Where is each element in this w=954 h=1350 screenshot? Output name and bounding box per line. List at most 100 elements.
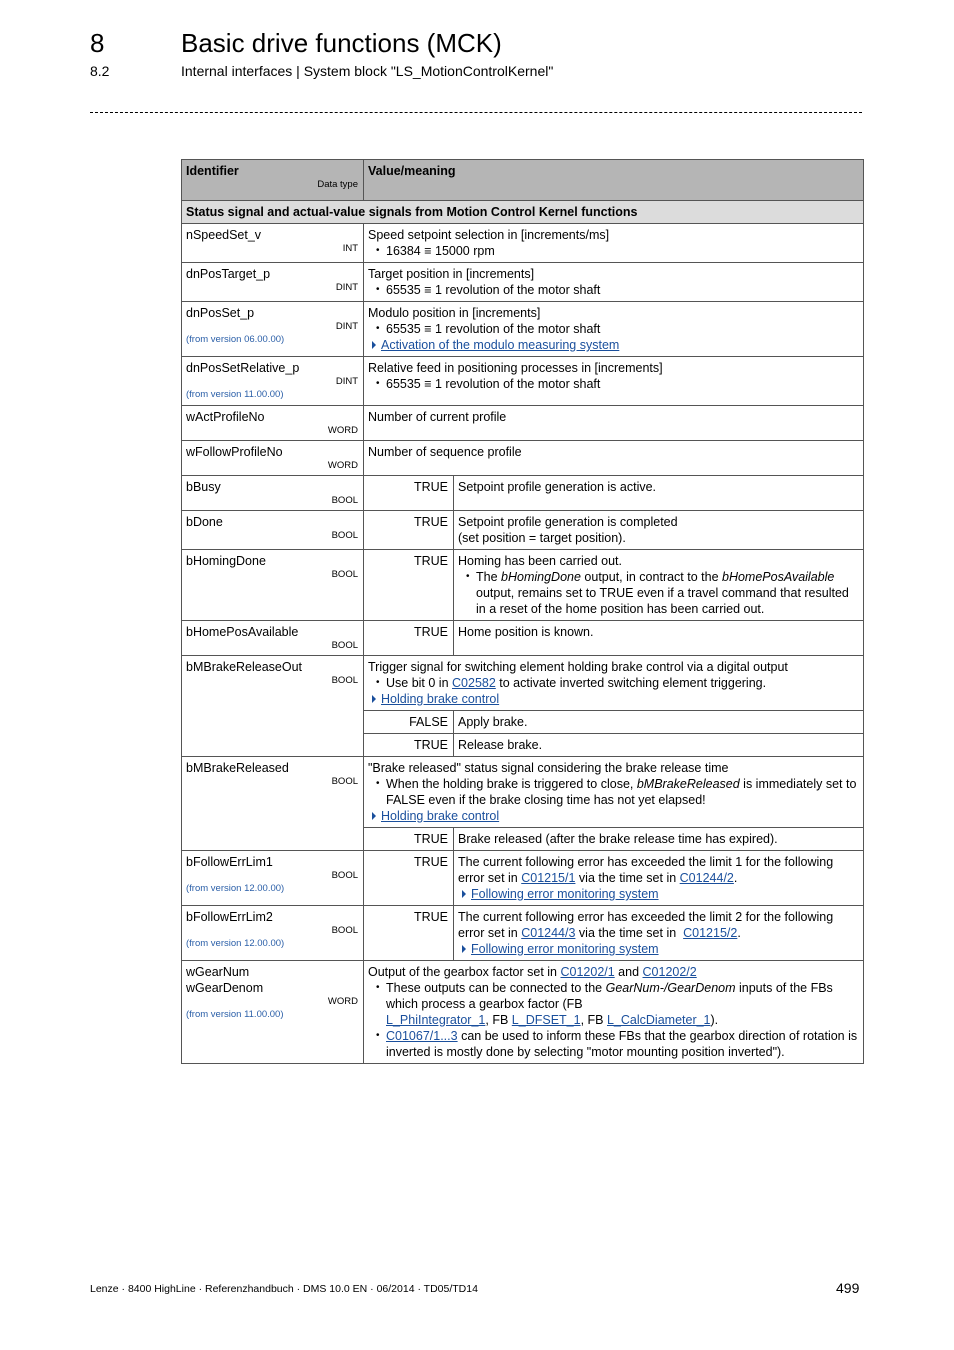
value-cell: Speed setpoint selection in [increments/… <box>363 223 864 263</box>
value-meaning: Brake released (after the brake release … <box>453 827 864 851</box>
data-type: DINT <box>335 321 358 332</box>
footer-doc-info: Lenze · 8400 HighLine · Referenzhandbuch… <box>90 1283 478 1295</box>
value-meaning: Apply brake. <box>453 710 864 734</box>
identifier-cell: bDone BOOL <box>181 510 364 550</box>
text: , FB <box>580 1013 607 1027</box>
table-row: bHomePosAvailable BOOL TRUE Home positio… <box>181 620 864 656</box>
identifier-cell: bMBrakeReleaseOut BOOL <box>181 655 364 757</box>
data-type: DINT <box>335 376 358 387</box>
identifier-cell: wActProfileNo WORD <box>181 405 364 441</box>
code-link[interactable]: C01067/1...3 <box>386 1029 458 1043</box>
table-row: bFollowErrLim2 BOOL (from version 12.00.… <box>181 905 864 961</box>
identifier-cell: dnPosSetRelative_p DINT (from version 11… <box>181 356 364 406</box>
data-type: BOOL <box>331 530 358 541</box>
bullet-item: When the holding brake is triggered to c… <box>376 776 858 808</box>
code-link[interactable]: C01244/2 <box>680 871 734 885</box>
header-datatype-label: Data type <box>317 179 358 190</box>
fb-link[interactable]: L_DFSET_1 <box>512 1013 581 1027</box>
emphasis: bMBrakeReleased <box>636 777 740 791</box>
value-cell: Number of sequence profile <box>363 440 864 476</box>
value-key: TRUE <box>363 549 454 621</box>
data-type: WORD <box>327 996 358 1007</box>
description: The current following error has exceeded… <box>458 909 858 941</box>
chapter-number: 8 <box>90 28 105 58</box>
description: Relative feed in positioning processes i… <box>368 361 663 375</box>
value-cell: Trigger signal for switching element hol… <box>363 655 864 711</box>
arrow-right-icon <box>372 695 376 703</box>
bullet-item: These outputs can be connected to the Ge… <box>376 980 858 1028</box>
value-meaning: Release brake. <box>453 733 864 757</box>
table-header-row: Identifier Data type Value/meaning <box>181 159 864 201</box>
holding-brake-link[interactable]: Holding brake control <box>381 692 499 706</box>
identifier-name: bMBrakeReleaseOut <box>186 660 303 674</box>
table-row: dnPosSet_p DINT (from version 06.00.00) … <box>181 301 864 357</box>
description: Modulo position in [increments] <box>368 306 541 320</box>
header-identifier: Identifier Data type <box>181 159 364 201</box>
code-link[interactable]: C01244/3 <box>521 926 575 940</box>
text: output, in contract to the <box>580 570 722 584</box>
value-meaning: Homing has been carried out. The bHoming… <box>453 549 864 621</box>
identifier-name: wFollowProfileNo <box>186 445 283 459</box>
identifier-name: bMBrakeReleased <box>186 761 289 775</box>
bullet-item: The bHomingDone output, in contract to t… <box>466 569 858 617</box>
data-type: BOOL <box>331 870 358 881</box>
identifier-name: dnPosTarget_p <box>186 267 271 281</box>
table-row: nSpeedSet_v INT Speed setpoint selection… <box>181 223 864 263</box>
table-row: wActProfileNo WORD Number of current pro… <box>181 405 864 441</box>
description: Trigger signal for switching element hol… <box>368 660 788 674</box>
text: via the time set in <box>575 926 684 940</box>
version-note: (from version 11.00.00) <box>186 1009 284 1020</box>
holding-brake-link[interactable]: Holding brake control <box>381 809 499 823</box>
identifier-cell: bFollowErrLim2 BOOL (from version 12.00.… <box>181 905 364 961</box>
identifier-name: dnPosSet_p <box>186 306 255 320</box>
text: can be used to inform these FBs that the… <box>386 1029 858 1059</box>
code-link[interactable]: C01202/2 <box>643 965 697 979</box>
following-error-link[interactable]: Following error monitoring system <box>471 887 659 901</box>
header-divider <box>90 112 862 113</box>
text: . <box>733 871 738 885</box>
bullet-item: 16384 ≡ 15000 rpm <box>376 243 858 259</box>
value-key: TRUE <box>363 827 454 851</box>
group-row: Status signal and actual-value signals f… <box>181 200 864 224</box>
modulo-measuring-link[interactable]: Activation of the modulo measuring syste… <box>381 338 619 352</box>
text: When the holding brake is triggered to c… <box>386 777 637 791</box>
emphasis: bHomingDone <box>501 570 581 584</box>
group-title: Status signal and actual-value signals f… <box>181 200 864 224</box>
identifier-cell: nSpeedSet_v INT <box>181 223 364 263</box>
signal-table: Identifier Data type Value/meaning Statu… <box>181 159 864 1064</box>
fb-link[interactable]: L_PhiIntegrator_1 <box>386 1013 485 1027</box>
value-cell: Modulo position in [increments] 65535 ≡ … <box>363 301 864 357</box>
identifier-cell: dnPosTarget_p DINT <box>181 262 364 302</box>
identifier-name: bHomingDone <box>186 554 266 568</box>
bullet-item: 65535 ≡ 1 revolution of the motor shaft <box>376 321 858 337</box>
description: Homing has been carried out. <box>458 554 622 568</box>
emphasis: bHomePosAvailable <box>722 570 835 584</box>
code-link[interactable]: C02582 <box>452 676 496 690</box>
text: via the time set in <box>575 871 680 885</box>
identifier-name: bBusy <box>186 480 221 494</box>
section-number: 8.2 <box>90 63 110 79</box>
table-row: dnPosSetRelative_p DINT (from version 11… <box>181 356 864 406</box>
code-link[interactable]: C01215/1 <box>521 871 575 885</box>
identifier-name: wActProfileNo <box>186 410 265 424</box>
identifier-cell: bFollowErrLim1 BOOL (from version 12.00.… <box>181 850 364 906</box>
data-type: INT <box>342 243 358 254</box>
code-link[interactable]: C01202/1 <box>560 965 614 979</box>
code-link[interactable]: C01215/2 <box>683 926 737 940</box>
data-type: BOOL <box>331 925 358 936</box>
header-value: Value/meaning <box>363 159 864 201</box>
data-type: DINT <box>335 282 358 293</box>
data-type: BOOL <box>331 495 358 506</box>
version-note: (from version 12.00.00) <box>186 938 285 949</box>
value-cell: Number of current profile <box>363 405 864 441</box>
value-cell: Output of the gearbox factor set in C012… <box>363 960 864 1064</box>
following-error-link[interactable]: Following error monitoring system <box>471 942 659 956</box>
identifier-cell: bHomePosAvailable BOOL <box>181 620 364 656</box>
description: Target position in [increments] <box>368 267 535 281</box>
description: "Brake released" status signal consideri… <box>368 761 729 775</box>
identifier-name: bDone <box>186 515 223 529</box>
description: Speed setpoint selection in [increments/… <box>368 228 610 242</box>
text: output, remains set to TRUE even if a tr… <box>476 586 849 616</box>
table-row: bHomingDone BOOL TRUE Homing has been ca… <box>181 549 864 621</box>
fb-link[interactable]: L_CalcDiameter_1 <box>607 1013 711 1027</box>
